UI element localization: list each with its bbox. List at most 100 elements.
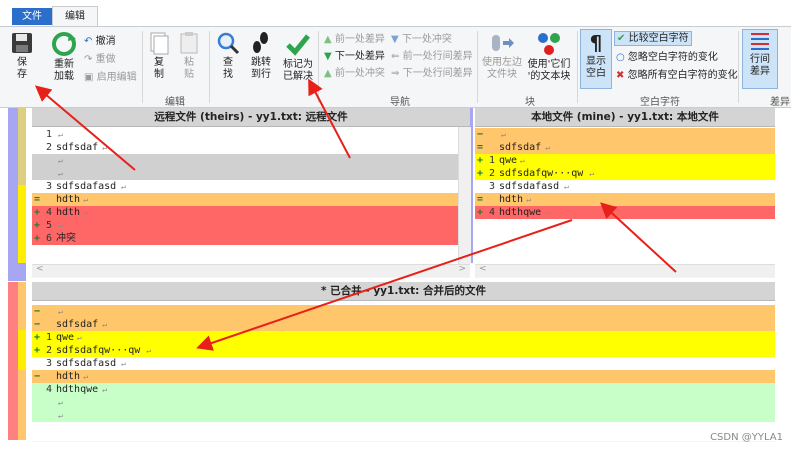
editor-line[interactable]: 3 sdfsdafasd ↵ <box>32 180 458 193</box>
save-label: 保 存 <box>17 57 27 80</box>
editor-line[interactable]: − ↵ <box>475 128 775 141</box>
change-marker: − <box>477 129 484 140</box>
use-left-block-button[interactable]: 使用左边 文件块 <box>480 31 524 81</box>
editor-line[interactable]: +1 qwe ↵ <box>32 331 775 344</box>
prev-diff-label: 前一处差异 <box>334 34 385 45</box>
arrow-down-icon: ▼ <box>324 51 332 62</box>
goto-line-button[interactable]: 跳转 到行 <box>246 31 276 81</box>
checkmark-icon <box>286 34 310 56</box>
next-conflict-label: 下一处冲突 <box>401 34 452 45</box>
arrow-left-icon: ⇐ <box>391 51 400 62</box>
line-text: hdthqwe <box>499 207 542 218</box>
editor-line[interactable]: − ↵ <box>32 305 775 318</box>
copy-button[interactable]: 复 制 <box>147 31 171 81</box>
editor-line[interactable]: +5 ↵ <box>32 219 458 232</box>
next-line-diff-label: 下一处行间差异 <box>402 68 473 79</box>
undo-button[interactable]: ↶ 撤消 <box>84 35 116 48</box>
theirs-editor[interactable]: 1 ↵ 2 sdfsdaf ↵ ↵ ↵ 3 sdfsdafasd ↵ = hdth ↵ +4 hdth ↵ +5… <box>32 127 458 264</box>
editor-line[interactable]: +4 hdthqwe ↵ <box>475 206 775 219</box>
line-text: sdfsdafqw···qw <box>56 345 141 356</box>
line-number: 5 <box>45 220 52 231</box>
theirs-horizontal-scrollbar[interactable]: < > <box>32 264 470 277</box>
line-text: hdth <box>56 207 81 218</box>
scroll-left-icon[interactable]: < <box>36 264 44 274</box>
merged-editor[interactable]: − ↵ − sdfsdaf ↵ +1 qwe ↵ +2 sdfsdafqw···qw ↵ 3 sdfsd… <box>32 301 775 441</box>
line-diff-label: 行间 差异 <box>750 54 770 77</box>
editor-line[interactable]: +2 sdfsdafqw···qw ↵ <box>475 167 775 180</box>
theirs-locator-strip[interactable] <box>8 108 18 263</box>
change-marker: = <box>477 194 484 205</box>
next-diff-button[interactable]: ▼ 下一处差异 <box>324 50 385 63</box>
editor-line[interactable]: ↵ <box>32 409 775 422</box>
editor-line[interactable]: +2 sdfsdafqw···qw ↵ <box>32 344 775 357</box>
merged-locator-strip[interactable] <box>8 282 18 440</box>
editor-line[interactable]: +4 hdth ↵ <box>32 206 458 219</box>
enable-edit-button[interactable]: ▣ 启用编辑 <box>84 71 137 84</box>
theirs-locator-strip[interactable] <box>18 185 26 263</box>
editor-line[interactable]: 1 ↵ <box>32 128 458 141</box>
editor-line[interactable]: ↵ <box>32 167 458 180</box>
line-end-icon: ↵ <box>545 143 550 152</box>
line-number: 4 <box>488 207 495 218</box>
prev-diff-button[interactable]: ▲ 前一处差异 <box>324 33 385 46</box>
editor-line[interactable]: 3 sdfsdafasd ↵ <box>475 180 775 193</box>
mine-horizontal-scrollbar[interactable]: < <box>475 264 775 277</box>
editor-line[interactable]: = sdfsdaf ↵ <box>475 141 775 154</box>
line-number: 1 <box>45 129 52 140</box>
ignore-whitespace-change-radio[interactable]: ○ 忽略空白字符的变化 <box>616 51 718 64</box>
tab-file[interactable]: 文件 <box>12 8 52 25</box>
mine-editor[interactable]: − ↵ = sdfsdaf ↵ +1 qwe ↵ +2 sdfsdafqw···qw ↵ 3 sdfsd… <box>475 127 775 264</box>
scroll-left-icon[interactable]: < <box>479 264 487 274</box>
save-button[interactable]: 保 存 <box>6 31 38 81</box>
editor-line[interactable]: 2 sdfsdaf ↵ <box>32 141 458 154</box>
editor-line[interactable]: − sdfsdaf ↵ <box>32 318 775 331</box>
check-icon: ✔ <box>617 33 626 44</box>
redo-button[interactable]: ↷ 重做 <box>84 53 116 66</box>
editor-line[interactable]: − hdth ↵ <box>32 370 775 383</box>
mine-pane: 本地文件 (mine) - yy1.txt: 本地文件 − ↵ = sdfsdaf ↵ +… <box>475 108 775 278</box>
line-end-icon: ↵ <box>519 156 525 165</box>
mark-resolved-button[interactable]: 标记为 已解决 <box>280 31 316 83</box>
line-end-icon: ↵ <box>83 208 89 217</box>
editor-line[interactable]: +1 qwe ↵ <box>475 154 775 167</box>
merged-locator-strip[interactable] <box>18 330 26 370</box>
line-text: sdfsdafasd <box>56 358 117 369</box>
line-end-icon: ↵ <box>58 156 63 165</box>
line-diff-button[interactable]: 行间 差异 <box>742 29 778 89</box>
editor-line[interactable]: = hdth ↵ <box>475 193 775 206</box>
next-line-diff-button[interactable]: ⇒ 下一处行间差异 <box>391 67 473 80</box>
prev-conflict-button[interactable]: ▲ 前一处冲突 <box>324 67 385 80</box>
compare-whitespace-toggle[interactable]: ✔ 比较空白字符 <box>614 31 692 46</box>
footprint-icon <box>253 32 268 53</box>
editor-line[interactable]: ↵ <box>32 396 775 409</box>
line-text: sdfsdafqw···qw <box>499 168 584 179</box>
line-number: 4 <box>45 384 52 395</box>
prev-line-diff-label: 前一处行间差异 <box>402 51 473 62</box>
editor-line[interactable]: 3 sdfsdafasd ↵ <box>32 357 775 370</box>
arrow-right-icon: ⇒ <box>391 68 400 79</box>
prev-line-diff-button[interactable]: ⇐ 前一处行间差异 <box>391 50 473 63</box>
next-conflict-button[interactable]: ▼ 下一处冲突 <box>391 33 452 46</box>
editor-line[interactable]: 4 hdthqwe ↵ <box>32 383 775 396</box>
tab-edit[interactable]: 编辑 <box>52 6 98 27</box>
paste-button[interactable]: 粘 贴 <box>177 31 201 81</box>
theirs-vertical-scrollbar[interactable] <box>458 127 471 264</box>
find-button[interactable]: 查 找 <box>215 31 241 81</box>
line-text: qwe <box>499 155 518 166</box>
line-end-icon: ↵ <box>564 182 569 191</box>
show-whitespace-button[interactable]: ¶ 显示 空白 <box>580 29 612 89</box>
use-their-block-button[interactable]: 使用'它们 '的文本块 <box>524 31 574 83</box>
line-end-icon: ↵ <box>146 346 152 355</box>
line-number: 1 <box>488 155 495 166</box>
ignore-all-whitespace-radio[interactable]: ✖ 忽略所有空白字符的变化 <box>616 69 738 82</box>
editor-line[interactable]: +6 冲突 ↵ <box>32 232 458 245</box>
reload-label: 重新 加载 <box>54 59 74 82</box>
undo-label: 撤消 <box>95 36 116 47</box>
line-end-icon: ↵ <box>70 234 76 243</box>
editor-line[interactable]: ↵ <box>32 154 458 167</box>
scroll-right-icon[interactable]: > <box>458 264 466 274</box>
editor-line[interactable]: = hdth ↵ <box>32 193 458 206</box>
merged-locator-strip[interactable] <box>8 263 26 281</box>
theirs-pane: 远程文件 (theirs) - yy1.txt: 远程文件 1 ↵ 2 sdfsdaf… <box>32 108 471 278</box>
reload-button[interactable]: 重新 加载 <box>44 31 84 83</box>
